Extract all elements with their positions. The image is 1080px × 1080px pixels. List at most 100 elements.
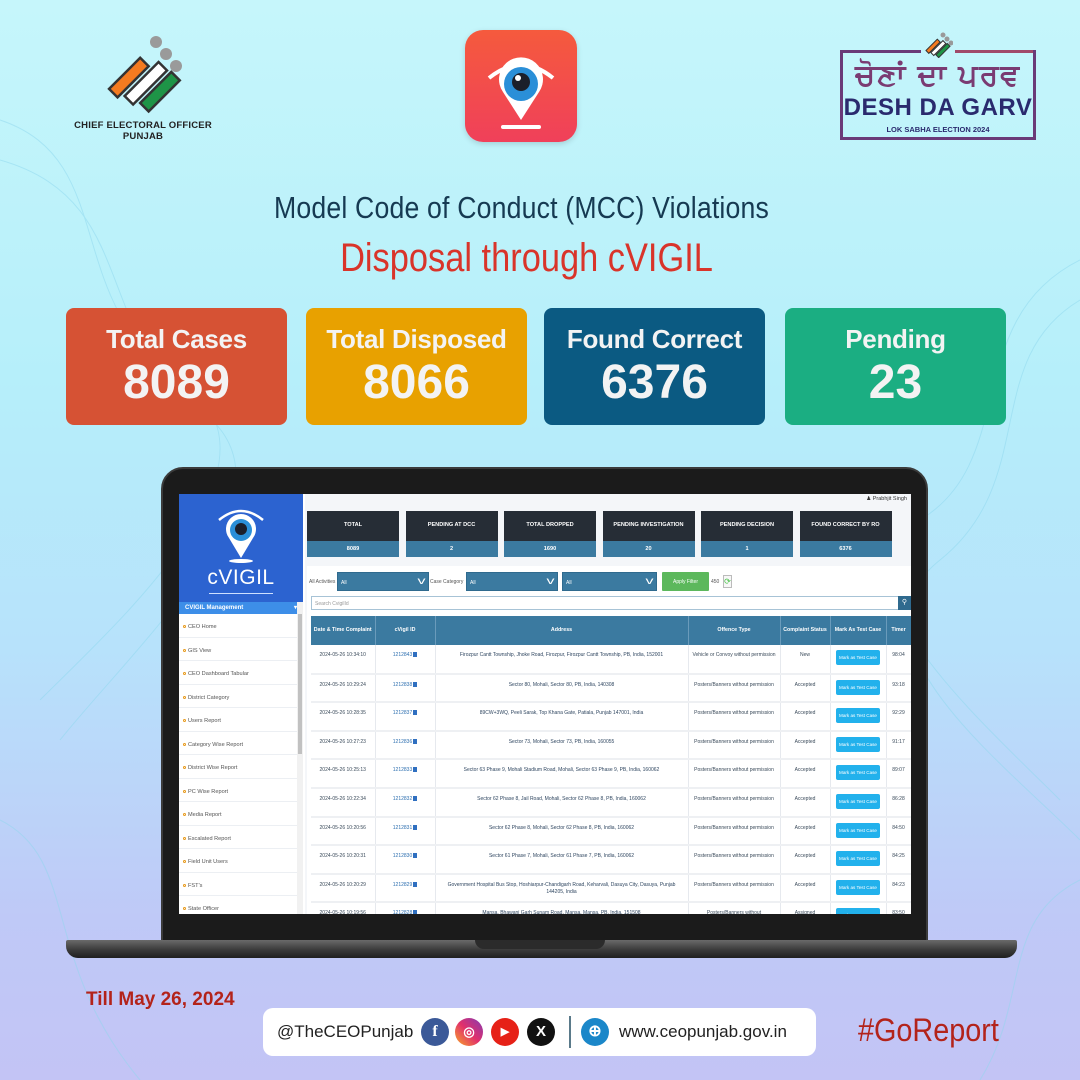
cvigil-id-cell[interactable]: 1212836 [375,730,436,761]
cvigil-id-cell[interactable]: 1212831 [375,816,436,847]
document-icon[interactable] [413,710,418,716]
sidebar-scrollbar[interactable] [297,602,303,914]
stat-label: Total Cases [106,324,247,354]
cvigil-id-cell[interactable]: 1212843 [375,645,436,675]
document-icon[interactable] [413,910,418,914]
mark-as-test-case-button[interactable]: Mark as Test Case [836,679,880,695]
sidebar-item[interactable]: District Category [179,685,297,708]
subheadline: Disposal through cVIGIL [340,236,713,280]
sidebar-item[interactable]: District Wise Report [179,755,297,779]
bullet-icon [183,625,186,629]
document-icon[interactable] [413,652,418,657]
cvigil-id-cell[interactable]: 1212830 [375,845,436,875]
youtube-icon[interactable]: ▶ [491,1018,519,1046]
cvigil-id[interactable]: 1212838 [393,682,412,688]
sidebar-item[interactable]: GIS View [179,638,297,661]
complaint-datetime: 2024-05-26 10:28:35 [311,702,376,732]
complaint-datetime: 2024-05-26 10:20:31 [311,845,376,875]
third-filter-select[interactable]: All v [562,572,657,591]
offence-type: Posters/Banners without permission [688,759,781,789]
mark-as-test-case-button[interactable]: Mark as Test Case [836,793,880,809]
table-body: 2024-05-26 10:34:10 1212843 Firozpur Cantt… [311,645,911,914]
x-icon[interactable]: X [527,1018,555,1046]
stat-value: 6376 [601,356,708,409]
document-icon[interactable] [413,795,418,801]
bullet-icon [183,836,186,840]
sidebar-item[interactable]: Media Report [179,802,297,826]
sidebar-item[interactable]: Users Report [179,708,297,732]
table-row: 2024-05-26 10:22:34 1212832 Sector 62 Phas… [311,787,911,818]
cvigil-id[interactable]: 1212836 [393,739,412,745]
bullet-icon [183,789,186,793]
social-handle[interactable]: @TheCEOPunjab [277,1022,413,1042]
complaint-status: Accepted [780,845,831,875]
mark-as-test-case-button[interactable]: Mark as Test Case [836,765,880,781]
sidebar-item[interactable]: Category Wise Report [179,732,297,755]
mark-as-test-case-button[interactable]: Mark as Test Case [836,851,880,867]
mark-as-test-case-button[interactable]: Mark as Test Case [836,708,880,724]
test-case-cell: Mark as Test Case [830,645,887,675]
offence-type: Vehicle or Convoy without permission [688,645,781,675]
document-icon[interactable] [413,767,418,773]
stat-label: Found Correct [566,324,743,354]
cvigil-id[interactable]: 1212831 [393,825,412,831]
sidebar-menu-header[interactable]: CVIGIL Management ▾ [179,602,303,614]
document-icon[interactable] [413,681,418,687]
category-label: Case Category [430,579,464,585]
sidebar-item-label: FST's [188,882,203,889]
cvigil-id-cell[interactable]: 1212832 [375,787,436,818]
complaint-status: Accepted [780,673,831,704]
sidebar-item-label: District Category [188,694,230,701]
apply-filter-button[interactable]: Apply Filter [662,572,709,591]
cvigil-id[interactable]: 1212829 [393,882,412,888]
cvigil-id[interactable]: 1212830 [393,853,412,859]
category-select[interactable]: All v [466,572,558,591]
complaint-status: Accepted [780,702,831,732]
sidebar-item[interactable]: Field Unit Users [179,849,297,873]
facebook-icon[interactable]: f [421,1018,449,1046]
search-input[interactable]: Search CvigilId [311,596,899,610]
document-icon[interactable] [413,881,418,887]
cvigil-id-cell[interactable]: 1212838 [375,673,436,704]
sidebar-item[interactable]: PC Wise Report [179,779,297,802]
brand-name: cVIGIL [207,566,275,589]
mark-as-test-case-button[interactable]: Mark as Test Case [836,650,880,665]
cvigil-id[interactable]: 1212843 [393,652,412,658]
sidebar-item[interactable]: CEO Dashboard Tabular [179,661,297,685]
document-icon[interactable] [413,738,418,744]
cvigil-id-cell[interactable]: 1212837 [375,702,436,732]
mark-as-test-case-button[interactable]: Mark as Test Case [836,879,880,895]
scrollbar-thumb[interactable] [298,614,302,754]
search-button[interactable]: ⚲ [898,596,911,610]
sidebar-item[interactable]: CEO Home [179,614,297,638]
stat-value: 8089 [123,356,230,409]
sidebar-menu: CEO Home GIS View CEO Dashboard Tabular Dis… [179,614,297,914]
cvigil-id[interactable]: 1212837 [393,710,412,716]
brand-underline [209,593,273,594]
document-icon[interactable] [413,824,418,830]
instagram-icon[interactable]: ◎ [455,1018,483,1046]
cvigil-id-cell[interactable]: 1212828 [375,902,436,914]
cvigil-id[interactable]: 1212828 [393,910,412,914]
cvigil-id[interactable]: 1212832 [393,796,412,802]
mark-as-test-case-button[interactable]: Mark as Test Case [836,908,880,914]
sidebar-item[interactable]: Escalated Report [179,826,297,849]
cvigil-id-cell[interactable]: 1212833 [375,759,436,789]
mark-as-test-case-button[interactable]: Mark as Test Case [836,822,880,838]
cvigil-id[interactable]: 1212833 [393,767,412,773]
complaint-status: Assigned [780,902,831,914]
refresh-icon[interactable]: ⟳ [723,575,732,588]
sidebar-item[interactable]: State Officer [179,896,297,914]
activities-select[interactable]: All v [337,572,429,591]
complaint-datetime: 2024-05-26 10:20:29 [311,873,376,904]
hashtag: #GoReport [858,1012,999,1048]
website-link[interactable]: www.ceopunjab.gov.in [619,1022,787,1042]
sidebar-item[interactable]: FST's [179,873,297,896]
mark-as-test-case-button[interactable]: Mark as Test Case [836,736,880,752]
test-case-cell: Mark as Test Case [830,702,887,732]
document-icon[interactable] [413,853,418,859]
result-count: 450 [711,579,720,585]
user-menu[interactable]: ♟ Prabhjit Singh [866,496,907,502]
stat-value: 23 [868,356,923,409]
cvigil-id-cell[interactable]: 1212829 [375,873,436,904]
